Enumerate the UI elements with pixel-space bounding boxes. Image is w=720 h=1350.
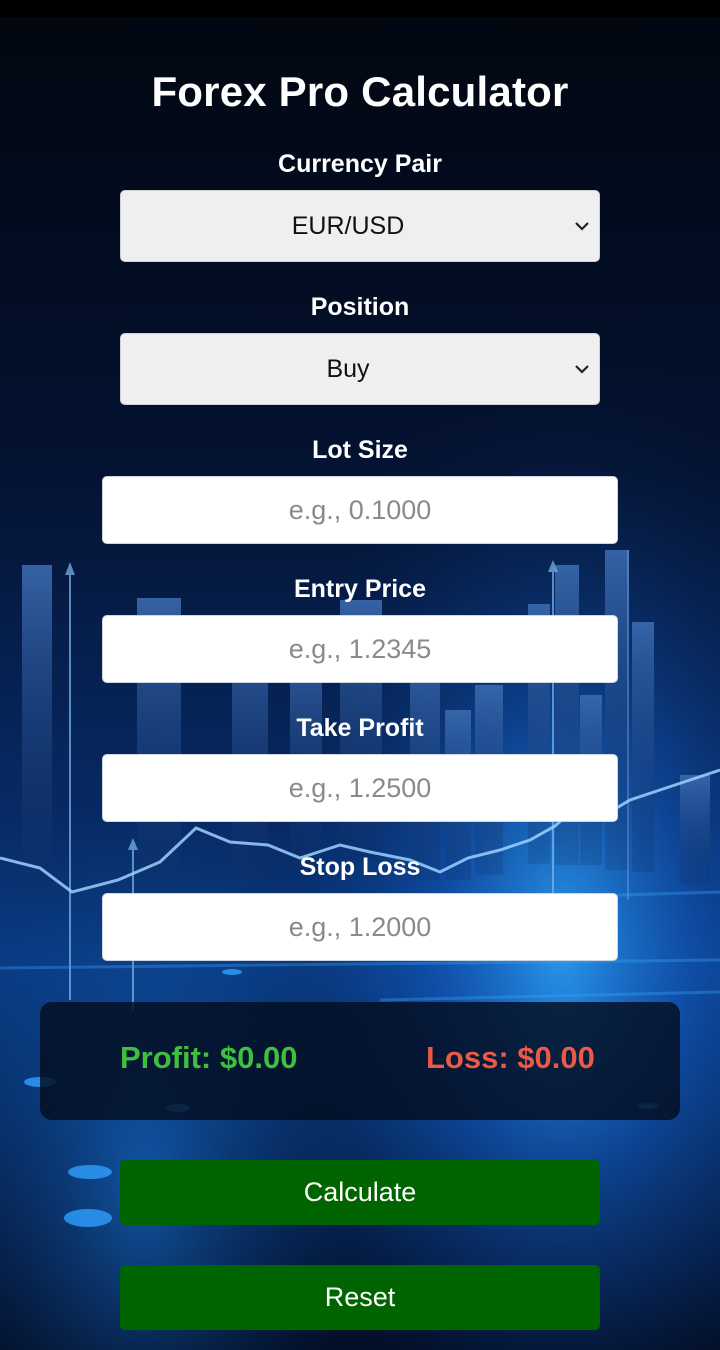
entry-price-input[interactable] [102,615,618,683]
currency-pair-select[interactable]: EUR/USD [120,190,600,262]
chevron-down-icon [575,222,589,231]
position-label: Position [310,293,410,321]
lot-size-label: Lot Size [312,436,408,464]
chevron-down-icon [575,365,589,374]
page-title: Forex Pro Calculator [151,68,569,115]
result-panel: Profit: $0.00 Loss: $0.00 [40,1002,680,1120]
stop-loss-input[interactable] [102,893,618,961]
loss-result: Loss: $0.00 [426,1040,595,1075]
reset-button[interactable]: Reset [120,1265,600,1330]
currency-pair-value: EUR/USD [291,212,405,240]
stop-loss-label: Stop Loss [299,853,421,881]
entry-price-label: Entry Price [293,575,426,603]
position-value: Buy [326,355,370,383]
calculator-form: Forex Pro Calculator Currency Pair EUR/U… [0,0,720,1350]
status-bar [0,0,720,17]
calculate-button[interactable]: Calculate [120,1160,600,1225]
lot-size-input[interactable] [102,476,618,544]
take-profit-input[interactable] [102,754,618,822]
profit-result: Profit: $0.00 [120,1040,298,1075]
currency-pair-label: Currency Pair [278,150,442,178]
position-select[interactable]: Buy [120,333,600,405]
take-profit-label: Take Profit [296,714,424,742]
